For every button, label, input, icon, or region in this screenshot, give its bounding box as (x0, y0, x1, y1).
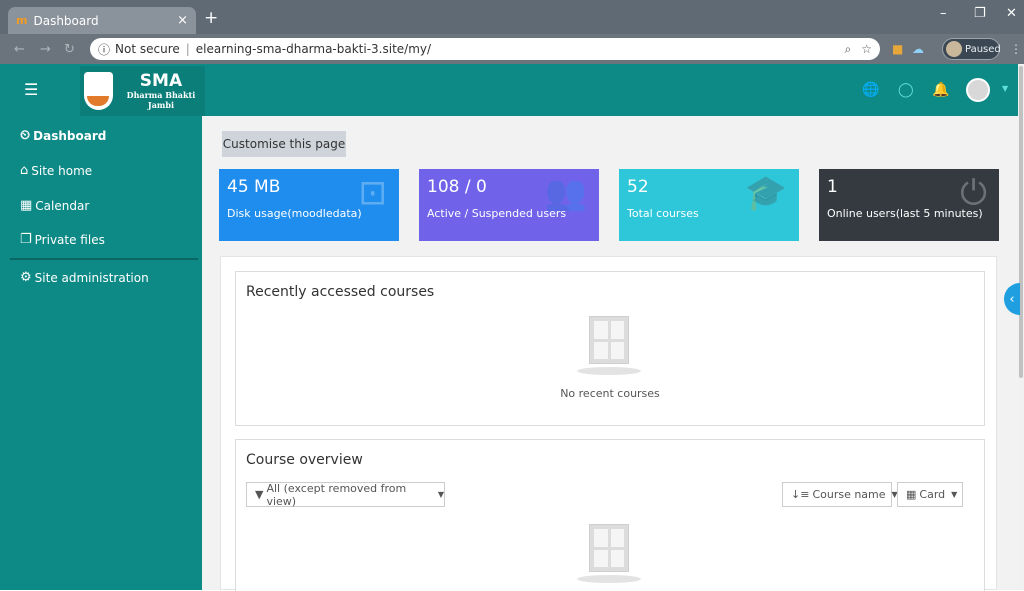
sidebar-item-label: Dashboard (33, 128, 107, 143)
empty-state-text: No recent courses (560, 387, 660, 400)
recent-courses-block: Recently accessed courses No recent cour… (235, 271, 985, 426)
info-icon[interactable]: ⓘ (98, 41, 110, 58)
inbox-icon: ⊡ (358, 173, 388, 213)
stat-card-users: 108 / 0 Active / Suspended users 👥 (419, 169, 599, 241)
address-separator: | (185, 42, 190, 56)
window-close-icon[interactable]: ✕ (1006, 6, 1017, 21)
reload-icon[interactable]: ↻ (64, 42, 75, 57)
browser-tab[interactable]: m Dashboard × (8, 7, 196, 34)
tab-title: Dashboard (33, 13, 99, 28)
language-icon[interactable]: 🌐 (862, 82, 879, 98)
profile-avatar (946, 41, 962, 57)
sidebar-divider (10, 258, 198, 260)
graduation-cap-icon: 🎓 (744, 173, 787, 213)
menu-icon[interactable]: ☰ (24, 80, 38, 99)
block-title: Recently accessed courses (246, 284, 435, 300)
browser-tab-bar: m Dashboard × + – ❐ ✕ (0, 0, 1024, 34)
chevron-down-icon: ▼ (437, 490, 444, 499)
sort-label: Course name (812, 488, 886, 501)
tab-close-icon[interactable]: × (177, 13, 188, 28)
home-icon: ⌂ (20, 163, 29, 178)
customise-page-button[interactable]: Customise this page (222, 131, 346, 157)
calendar-icon: ▦ (20, 198, 33, 213)
profile-status: Paused (965, 43, 1001, 55)
stat-value: 1 (827, 177, 838, 197)
no-courses-illustration-icon (577, 524, 641, 583)
no-courses-illustration-icon (577, 316, 641, 375)
course-filter-dropdown[interactable]: ▼ All (except removed from view) ▼ (246, 481, 445, 508)
bookmark-star-icon[interactable]: ☆ (861, 42, 872, 57)
user-avatar[interactable] (966, 78, 990, 102)
scrollbar-thumb[interactable] (1019, 66, 1023, 378)
back-icon[interactable]: ← (14, 42, 25, 57)
address-input[interactable]: ⓘ Not secure | elearning-sma-dharma-bakt… (90, 38, 880, 60)
sidebar-item-label: Calendar (35, 198, 90, 213)
new-tab-icon[interactable]: + (204, 8, 218, 28)
stat-value: 45 MB (227, 177, 281, 197)
logo-title: SMA (139, 71, 183, 91)
sidebar-item-label: Site administration (34, 270, 149, 285)
sidebar-item-calendar[interactable]: ▦ Calendar (20, 198, 89, 213)
filter-icon: ▼ (255, 488, 264, 501)
zoom-icon[interactable]: ⌕ (845, 42, 852, 57)
forward-icon[interactable]: → (40, 42, 51, 57)
messages-icon[interactable]: ◯ (898, 82, 914, 98)
moodle-favicon-icon: m (16, 14, 28, 27)
users-icon: 👥 (544, 173, 587, 213)
stat-card-courses: 52 Total courses 🎓 (619, 169, 799, 241)
course-overview-block: Course overview ▼ All (except removed fr… (235, 439, 985, 591)
sidebar-item-label: Private files (34, 232, 105, 247)
logo-subtitle: Dharma Bhakti Jambi (126, 90, 196, 110)
address-bar-row: ← → ↻ ⓘ Not secure | elearning-sma-dharm… (0, 34, 1024, 64)
site-logo[interactable]: SMA Dharma Bhakti Jambi (80, 66, 205, 116)
cloud-extension-icon[interactable]: ☁ (912, 42, 924, 56)
restore-icon[interactable]: ❐ (974, 6, 986, 21)
filter-label: All (except removed from view) (266, 481, 407, 508)
app-header: ☰ SMA Dharma Bhakti Jambi 🌐 ◯ 🔔 ▼ (0, 64, 1024, 116)
sidebar-item-site-home[interactable]: ⌂ Site home (20, 163, 92, 178)
dashboard-blocks-region: Recently accessed courses No recent cour… (220, 256, 997, 591)
extension-icon[interactable]: ■ (892, 42, 903, 56)
sidebar-item-label: Site home (31, 163, 93, 178)
stat-label: Total courses (627, 207, 699, 220)
user-menu-caret-icon[interactable]: ▼ (1002, 84, 1008, 93)
gear-icon: ⚙ (20, 270, 32, 285)
school-emblem-icon (84, 72, 113, 110)
stat-card-online-users: 1 Online users(last 5 minutes) ⏻ (819, 169, 999, 241)
sidebar-nav: ⏲ Dashboard ⌂ Site home ▦ Calendar ❐ Pri… (0, 116, 202, 590)
files-icon: ❐ (20, 232, 32, 247)
url-text: elearning-sma-dharma-bakti-3.site/my/ (195, 42, 432, 56)
sidebar-item-private-files[interactable]: ❐ Private files (20, 232, 105, 247)
stat-value: 108 / 0 (427, 177, 487, 197)
sidebar-item-dashboard[interactable]: ⏲ Dashboard (20, 128, 106, 143)
sidebar-item-site-administration[interactable]: ⚙ Site administration (20, 270, 149, 285)
stat-label: Disk usage(moodledata) (227, 207, 362, 220)
chevron-down-icon: ▼ (951, 490, 958, 499)
security-label: Not secure (115, 42, 180, 56)
main-content: Customise this page 45 MB Disk usage(moo… (202, 116, 1020, 591)
chevron-left-icon: ‹ (1009, 291, 1015, 307)
view-label: Card (919, 488, 946, 501)
dashboard-icon: ⏲ (20, 128, 31, 143)
profile-button[interactable]: Paused (942, 38, 1001, 60)
sort-icon: ↓≡ (791, 488, 810, 501)
stat-card-disk-usage: 45 MB Disk usage(moodledata) ⊡ (219, 169, 399, 241)
browser-menu-icon[interactable]: ⋮ (1010, 42, 1022, 56)
grid-icon: ▦ (906, 488, 917, 501)
plug-icon: ⏻ (960, 173, 987, 213)
stat-value: 52 (627, 177, 649, 197)
minimize-icon[interactable]: – (940, 6, 947, 21)
view-dropdown[interactable]: ▦ Card ▼ (897, 482, 963, 507)
sort-dropdown[interactable]: ↓≡ Course name ▼ (782, 482, 898, 507)
notifications-icon[interactable]: 🔔 (932, 82, 949, 98)
block-title: Course overview (246, 452, 363, 468)
